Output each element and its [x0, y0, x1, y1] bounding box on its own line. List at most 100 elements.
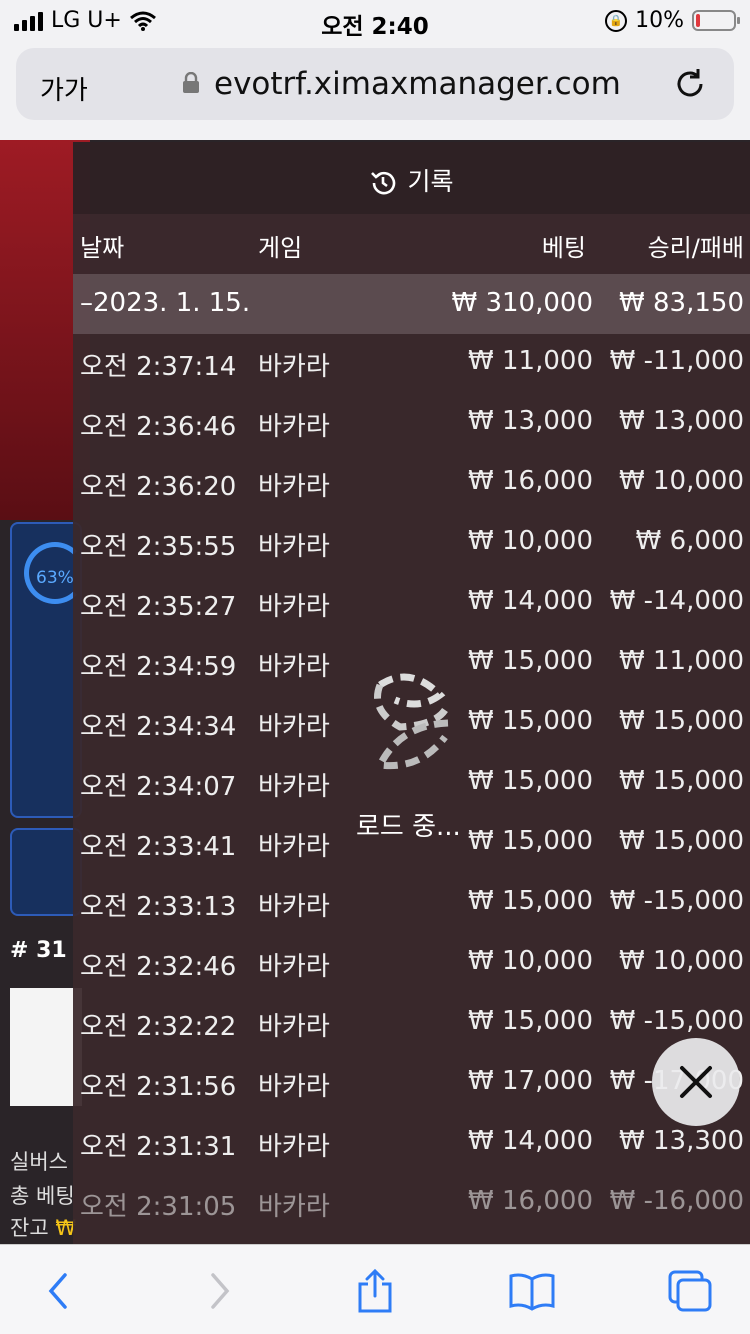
- row-bet: ₩ 16,000: [468, 1186, 593, 1216]
- date-group-row[interactable]: –2023. 1. 15. ₩ 310,000 ₩ 83,150: [73, 274, 750, 334]
- row-win-loss: ₩ -15,000: [609, 1006, 744, 1036]
- row-win-loss: ₩ 15,000: [619, 706, 744, 736]
- share-button[interactable]: [349, 1265, 401, 1317]
- tabs-button[interactable]: [664, 1265, 716, 1317]
- lock-icon: [183, 72, 199, 93]
- history-row[interactable]: 오전 2:31:31 바카라 ₩ 14,000 ₩ 13,300: [73, 1114, 750, 1174]
- status-bar: LG U+ 오전 2:40 🔒 10%: [0, 0, 750, 40]
- table-thumbnail[interactable]: [10, 988, 82, 1106]
- row-game: 바카라: [258, 352, 330, 382]
- row-win-loss: ₩ 6,000: [635, 526, 744, 556]
- loading-text: 로드 중...: [356, 812, 461, 842]
- row-win-loss: ₩ -15,000: [609, 886, 744, 916]
- column-date: 날짜: [80, 234, 125, 262]
- chevron-left-icon: [48, 1273, 67, 1309]
- history-row[interactable]: 오전 2:37:14 바카라 ₩ 11,000 ₩ -11,000: [73, 334, 750, 394]
- history-row[interactable]: 오전 2:31:56바카라₩ 17,000₩ -17,000: [73, 1054, 750, 1114]
- row-time: 오전 2:32:22: [80, 1012, 237, 1042]
- row-bet: ₩ 16,000: [468, 466, 593, 496]
- column-bet: 베팅: [541, 234, 586, 262]
- history-column-headers: 날짜 게임 베팅 승리/패배: [73, 214, 750, 274]
- row-game: 바카라: [258, 412, 330, 442]
- row-time: 오전 2:36:46: [80, 412, 237, 442]
- row-bet: ₩ 10,000: [468, 526, 593, 556]
- back-button[interactable]: [32, 1265, 84, 1317]
- row-game: 바카라: [258, 1132, 330, 1162]
- browser-toolbar: [0, 1244, 750, 1334]
- forward-button[interactable]: [194, 1265, 246, 1317]
- history-title-text: 기록: [407, 167, 454, 196]
- row-game: 바카라: [258, 1072, 330, 1102]
- address-bar[interactable]: 가가 evotrf.ximaxmanager.com: [16, 48, 734, 120]
- total-bet-label: 총 베팅: [10, 1184, 75, 1208]
- row-game: 바카라: [258, 1192, 330, 1222]
- row-win-loss: ₩ 13,000: [619, 406, 744, 436]
- history-row[interactable]: 오전 2:35:27 바카라 ₩ 14,000 ₩ -14,000: [73, 574, 750, 634]
- chevron-right-icon: [211, 1273, 230, 1309]
- table-number: # 31: [10, 938, 67, 963]
- row-bet: ₩ 14,000: [468, 1126, 593, 1156]
- row-win-loss: ₩ 10,000: [619, 946, 744, 976]
- row-game: 바카라: [258, 772, 330, 802]
- row-time: 오전 2:32:46: [80, 952, 237, 982]
- url-text[interactable]: evotrf.ximaxmanager.com: [214, 66, 621, 102]
- row-win-loss: ₩ 10,000: [619, 466, 744, 496]
- history-row[interactable]: 오전 2:32:46 바카라 ₩ 10,000 ₩ 10,000: [73, 934, 750, 994]
- row-time: 오전 2:37:14: [80, 352, 237, 382]
- orientation-lock-icon: 🔒: [605, 9, 628, 32]
- row-bet: ₩ 15,000: [468, 826, 593, 856]
- row-game: 바카라: [258, 652, 330, 682]
- row-game: 바카라: [258, 592, 330, 622]
- row-bet: ₩ 15,000: [468, 766, 593, 796]
- reload-icon[interactable]: [672, 66, 708, 102]
- row-bet: ₩ 15,000: [468, 646, 593, 676]
- history-row[interactable]: 오전 2:33:13 바카라 ₩ 15,000 ₩ -15,000: [73, 874, 750, 934]
- row-time: 오전 2:31:56: [80, 1072, 237, 1102]
- table-name: 실버스: [10, 1150, 68, 1174]
- status-right: 🔒 10%: [605, 8, 740, 33]
- row-win-loss: ₩ 15,000: [619, 826, 744, 856]
- history-row[interactable]: 오전 2:36:20 바카라 ₩ 16,000 ₩ 10,000: [73, 454, 750, 514]
- tabs-icon: [668, 1270, 712, 1312]
- row-win-loss: ₩ 15,000: [619, 766, 744, 796]
- row-game: 바카라: [258, 472, 330, 502]
- promo-card-secondary[interactable]: [10, 828, 82, 916]
- row-win-loss: ₩ -11,000: [609, 346, 744, 376]
- row-time: 오전 2:31:05: [80, 1192, 237, 1222]
- row-win-loss: ₩ 13,300: [619, 1126, 744, 1156]
- row-win-loss: ₩ -14,000: [609, 586, 744, 616]
- row-bet: ₩ 14,000: [468, 586, 593, 616]
- row-time: 오전 2:36:20: [80, 472, 237, 502]
- history-clock-icon: [371, 171, 396, 195]
- row-bet: ₩ 15,000: [468, 1006, 593, 1036]
- column-game: 게임: [258, 234, 303, 262]
- group-bet-total: ₩ 310,000: [451, 288, 594, 318]
- history-row[interactable]: 오전 2:35:55 바카라 ₩ 10,000 ₩ 6,000: [73, 514, 750, 574]
- row-game: 바카라: [258, 952, 330, 982]
- browser-top-chrome: LG U+ 오전 2:40 🔒 10% 가가 evotrf.ximaxmanag…: [0, 0, 750, 140]
- history-title: 기록: [73, 162, 750, 198]
- row-time: 오전 2:35:55: [80, 532, 237, 562]
- row-time: 오전 2:35:27: [80, 592, 237, 622]
- row-bet: ₩ 15,000: [468, 706, 593, 736]
- row-time: 오전 2:34:34: [80, 712, 237, 742]
- close-button[interactable]: [652, 1038, 740, 1126]
- book-icon: [509, 1273, 555, 1311]
- battery-icon: [692, 10, 740, 31]
- row-bet: ₩ 13,000: [468, 406, 593, 436]
- row-game: 바카라: [258, 712, 330, 742]
- history-row[interactable]: 오전 2:36:46 바카라 ₩ 13,000 ₩ 13,000: [73, 394, 750, 454]
- battery-percent: 10%: [635, 8, 684, 33]
- row-time: 오전 2:33:13: [80, 892, 237, 922]
- share-icon: [358, 1268, 392, 1313]
- close-icon: [680, 1066, 712, 1098]
- row-time: 오전 2:34:59: [80, 652, 237, 682]
- bookmarks-button[interactable]: [506, 1265, 558, 1317]
- row-win-loss: ₩ -16,000: [609, 1186, 744, 1216]
- row-game: 바카라: [258, 892, 330, 922]
- text-size-button[interactable]: 가가: [40, 70, 88, 107]
- history-row[interactable]: 오전 2:32:22 바카라 ₩ 15,000 ₩ -15,000: [73, 994, 750, 1054]
- row-win-loss: ₩ 11,000: [619, 646, 744, 676]
- history-row[interactable]: 오전 2:31:05 바카라 ₩ 16,000 ₩ -16,000: [73, 1174, 750, 1234]
- row-bet: ₩ 17,000: [468, 1066, 593, 1096]
